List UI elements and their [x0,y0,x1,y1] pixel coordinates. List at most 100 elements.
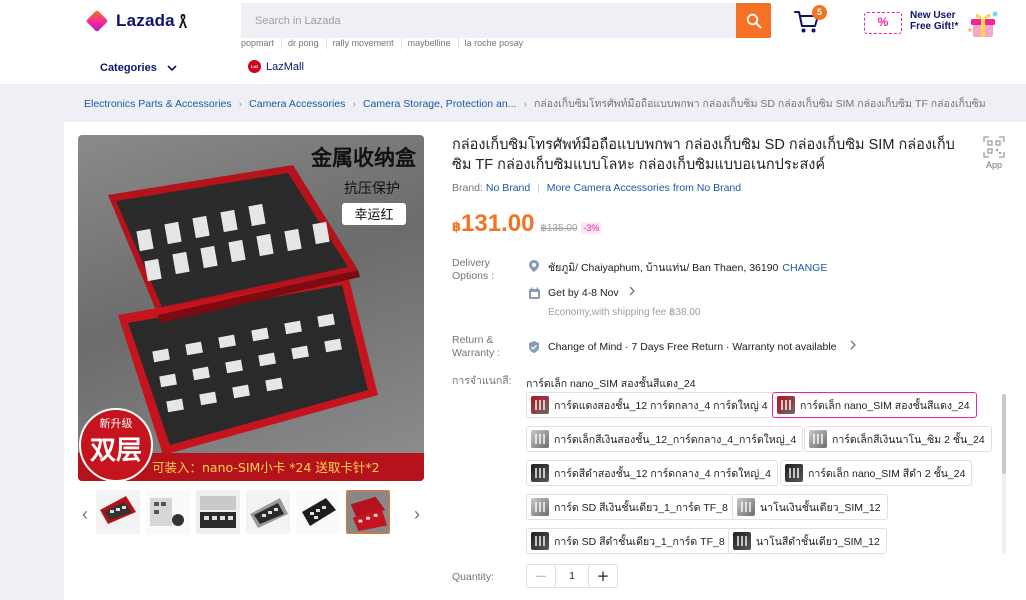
delivery-eta-row[interactable]: Get by 4-8 Nov [548,286,636,299]
breadcrumb-current: กล่องเก็บซิมโทรศัพท์มือถือแบบพกพา กล่องเ… [533,98,986,110]
chevron-right-icon [629,286,635,296]
site-header: Lazada popmart dr pong rally movement ma… [0,0,1026,84]
variant-option[interactable]: การ์ดเล็กสีเงินสองชั้น_12_การ์ดกลาง_4_กา… [526,426,804,452]
breadcrumb-separator-icon: › [352,97,356,110]
quantity-increase-button[interactable]: + [589,565,617,587]
thumbnail-image[interactable] [96,490,140,534]
app-label: App [985,160,1002,170]
categories-label: Categories [100,62,157,74]
delivery-eta: Get by 4-8 Nov [548,287,619,299]
chevron-down-icon [167,65,177,71]
variant-thumbnail [531,464,549,482]
promo-text: New User Free Gift!* [910,10,958,32]
variant-option[interactable]: การ์ดแดงสองชั้น_12 การ์ดกลาง_4 การ์ดใหญ่… [526,392,775,418]
brand-divider: | [537,182,540,194]
qr-code-icon [983,136,1005,158]
variant-thumbnail [809,430,827,448]
variant-label: การ์ด SD สีเงินชั้นเดียว_1_การ์ด TF_8 [554,501,728,514]
variant-option[interactable]: การ์ด SD สีดำชั้นเดียว_1_การ์ด TF_8 [526,528,732,554]
breadcrumb-link[interactable]: Electronics Parts & Accessories [84,98,232,110]
search-button[interactable] [736,3,771,38]
quantity-value[interactable]: 1 [555,565,589,587]
search-input[interactable] [241,3,737,38]
variant-option[interactable]: การ์ด SD สีเงินชั้นเดียว_1_การ์ด TF_8 [526,494,735,520]
image-badge-main: 双层 [90,436,142,466]
product-detail-card: 金属收纳盒 抗压保护 幸运红 可装入：nano-SIM小卡 *24 送取卡针*2… [64,122,1026,600]
brand-link[interactable]: No Brand [486,182,530,194]
product-title: กล่องเก็บซิมโทรศัพท์มือถือแบบพกพา กล่องเ… [452,137,955,173]
delivery-location: ชัยภูมิ/ Chaiyaphum, บ้านแท่น/ Ban Thaen… [548,259,827,276]
variant-option[interactable]: นาโนสีดำชั้นเดียว_SIM_12 [728,528,887,554]
gift-box-icon [968,11,998,37]
thumbnail-prev-arrow-icon[interactable]: ‹ [78,502,92,526]
product-main-image[interactable]: 金属收纳盒 抗压保护 幸运红 可装入：nano-SIM小卡 *24 送取卡针*2… [78,135,424,481]
suggestion-link[interactable]: maybelline [400,38,458,49]
variant-label: การ์ดแดงสองชั้น_12 การ์ดกลาง_4 การ์ดใหญ่… [554,399,768,412]
cart-count-badge: 5 [812,5,827,20]
variant-label: การ์ด SD สีดำชั้นเดียว_1_การ์ด TF_8 [554,535,725,548]
thumbnail-image-active[interactable] [346,490,390,534]
variant-thumbnail [531,498,549,516]
location-pin-icon [527,259,541,273]
thumbnail-next-arrow-icon[interactable]: › [410,502,424,526]
promo-line-1: New User [910,10,956,21]
shipping-fee-note: Economy,with shipping fee ฿38.00 [548,307,701,318]
variant-option[interactable]: การ์ดสีดำสองชั้น_12 การ์ดกลาง_4 การ์ดใหญ… [526,460,778,486]
return-warranty-row[interactable]: Change of Mind · 7 Days Free Return · Wa… [548,340,857,353]
promo-percent-tag: % [864,12,902,34]
lazada-logo[interactable]: Lazada [84,10,188,32]
change-location-link[interactable]: CHANGE [782,262,827,274]
thumbnail-image[interactable] [246,490,290,534]
breadcrumb-separator-icon: › [238,97,243,110]
thumbnail-image[interactable] [146,490,190,534]
variant-label: การ์ดสีดำสองชั้น_12 การ์ดกลาง_4 การ์ดใหญ… [554,467,771,480]
selected-variant-name: การ์ดเล็ก nano_SIM สองชั้นสีแดง_24 [526,378,696,390]
image-headline: 金属收纳盒 [310,146,417,170]
more-from-brand-link[interactable]: More Camera Accessories from No Brand [547,182,741,194]
lazmall-icon: Laz [248,60,261,73]
original-price: ฿135.00 [540,223,578,234]
variant-option[interactable]: การ์ดเล็กสีเงินนาโน_ซิม 2 ชั้น_24 [804,426,992,452]
variant-option[interactable]: การ์ดเล็ก nano_SIM สีดำ 2 ชั้น_24 [780,460,973,486]
variant-option-selected[interactable]: การ์ดเล็ก nano_SIM สองชั้นสีแดง_24 [772,392,977,418]
sim-card-case-illustration: 金属收纳盒 抗压保护 幸运红 可装入：nano-SIM小卡 *24 送取卡针*2… [78,146,424,481]
quantity-decrease-button[interactable]: − [527,565,555,587]
image-color-tag: 幸运红 [354,207,393,223]
search-suggestions: popmart dr pong rally movement maybellin… [241,38,530,49]
discount-badge: -3% [581,222,602,234]
variant-thumbnail [531,532,549,550]
variant-scrollbar-thumb[interactable] [1002,394,1006,474]
variant-scrollbar[interactable] [1002,394,1006,554]
suggestion-link[interactable]: la roche posay [457,38,531,49]
price-value: 131.00 [461,210,535,237]
lazmall-badge-text: Laz [250,64,259,69]
calendar-icon [527,286,541,300]
suggestion-link[interactable]: popmart [241,38,281,49]
categories-menu[interactable]: Categories [100,62,177,74]
breadcrumb-link[interactable]: Camera Accessories [249,98,345,110]
shield-check-icon [527,340,541,354]
variant-option[interactable]: นาโนเงินชั้นเดียว_SIM_12 [732,494,888,520]
variant-label: การ์ดเล็กสีเงินสองชั้น_12_การ์ดกลาง_4_กา… [554,433,797,446]
lazmall-link[interactable]: Laz LazMall [248,60,304,73]
suggestion-link[interactable]: rally movement [325,38,401,49]
lazada-heart-icon [84,10,110,32]
variant-thumbnail [531,396,549,414]
thumbnail-image[interactable] [196,490,240,534]
suggestion-link[interactable]: dr pong [281,38,326,49]
thumbnail-image[interactable] [296,490,340,534]
cart-button[interactable]: 5 [793,5,827,39]
breadcrumb-separator-icon: › [523,97,527,110]
promo-line-2: Free Gift!* [910,21,959,32]
brand-row: Brand: No Brand | More Camera Accessorie… [452,182,741,194]
delivery-location-text: ชัยภูมิ/ Chaiyaphum, บ้านแท่น/ Ban Thaen… [548,262,779,274]
breadcrumb-link[interactable]: Camera Storage, Protection an... [363,98,517,110]
current-price: ฿131.00 [452,210,534,238]
variant-label: การ์ดเล็กสีเงินนาโน_ซิม 2 ชั้น_24 [832,433,985,446]
breadcrumb: Electronics Parts & Accessories › Camera… [84,95,1014,112]
return-warranty-text: Change of Mind · 7 Days Free Return · Wa… [548,341,837,353]
search-bar [241,3,771,38]
app-qr-button[interactable]: App [982,136,1006,170]
new-user-promo[interactable]: % New User Free Gift!* [864,8,1004,40]
chevron-right-icon [850,340,857,350]
